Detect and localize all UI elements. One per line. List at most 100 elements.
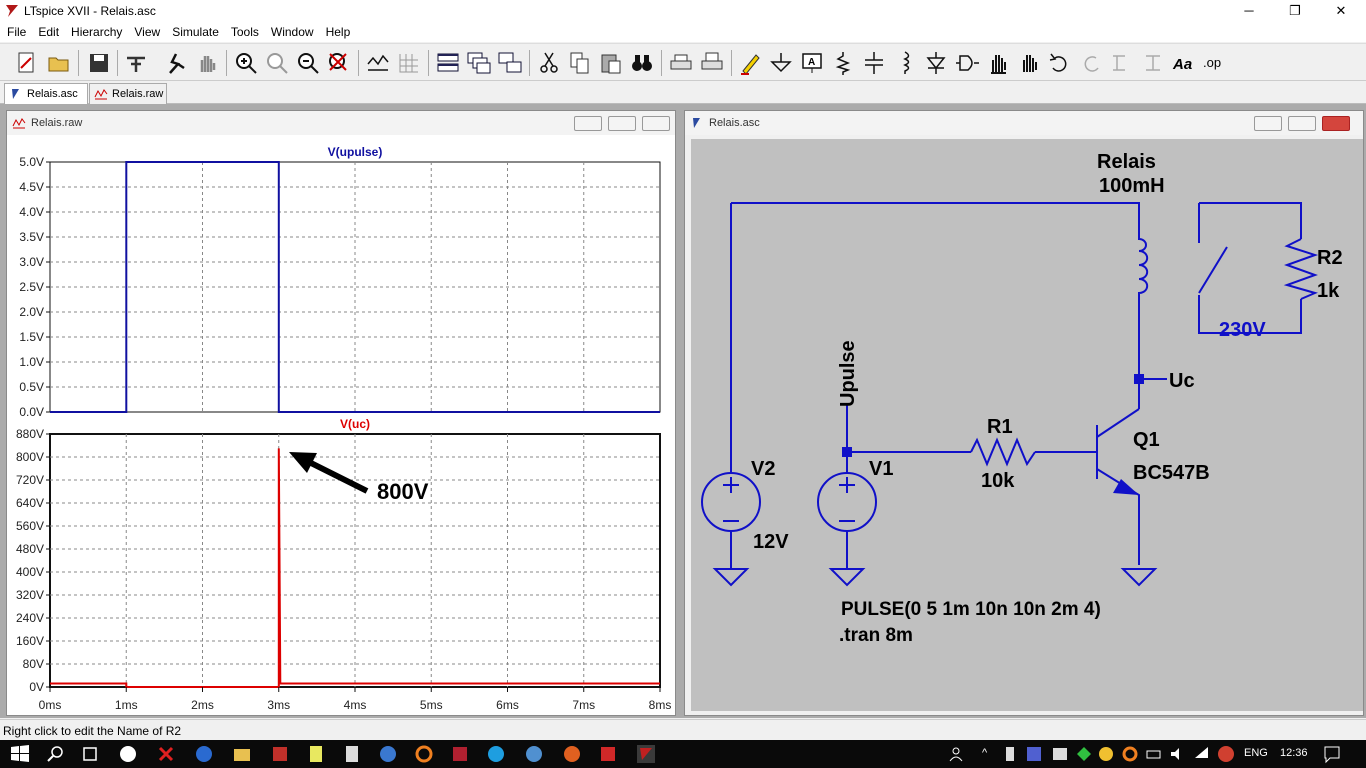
zoom-out-icon[interactable] [295,50,321,76]
inductor-icon[interactable] [892,50,918,76]
schematic-restore-button[interactable] [1288,116,1316,131]
zoom-in-icon[interactable] [233,50,259,76]
redo-icon[interactable] [1078,50,1104,76]
menu-tools[interactable]: Tools [225,22,265,39]
undo-icon[interactable] [1047,50,1073,76]
autorange-icon[interactable] [365,50,391,76]
tray-app-icon-2[interactable] [1024,744,1044,764]
tile-horizontal-icon[interactable] [435,50,461,76]
halt-hand-icon[interactable] [194,50,220,76]
label-net-icon[interactable]: A [799,50,825,76]
windows-start-icon[interactable] [10,744,30,764]
menu-view[interactable]: View [128,22,166,39]
minimize-button[interactable]: ─ [1226,0,1272,22]
copy-icon[interactable] [567,50,593,76]
menu-simulate[interactable]: Simulate [166,22,225,39]
zoom-pan-icon[interactable] [264,50,290,76]
taskbar: ^ ENG 12:36 [0,740,1366,768]
app-icon-10[interactable] [598,744,618,764]
chrome-icon[interactable] [1216,744,1236,764]
tab-relais-asc[interactable]: Relais.asc [4,83,88,104]
tray-app-icon-5[interactable] [1096,744,1116,764]
menu-file[interactable]: File [0,22,32,39]
schematic-minimize-button[interactable] [1254,116,1282,131]
schematic-close-button[interactable] [1322,116,1350,131]
tray-app-icon-1[interactable] [1000,744,1020,764]
y-tick-label: 3.5V [19,230,44,244]
paste-icon[interactable] [598,50,624,76]
app-icon-2[interactable] [156,744,176,764]
capacitor-icon[interactable] [861,50,887,76]
menu-hierarchy[interactable]: Hierarchy [65,22,128,39]
drag-hand-icon[interactable] [1016,50,1042,76]
new-schematic-icon[interactable] [14,50,40,76]
waveform-minimize-button[interactable] [574,116,602,131]
control-panel-icon[interactable] [123,50,149,76]
app-icon-3[interactable] [194,744,214,764]
wifi-icon[interactable] [1192,744,1212,764]
app-icon-7[interactable] [414,744,434,764]
tray-app-icon-3[interactable] [1050,744,1070,764]
people-icon[interactable] [946,744,966,764]
firefox-icon[interactable] [562,744,582,764]
waveform-close-button[interactable] [642,116,670,131]
maximize-button[interactable]: ❐ [1272,0,1318,22]
print-preview-icon[interactable] [668,50,694,76]
task-view-icon[interactable] [80,744,100,764]
tray-overflow-icon[interactable]: ^ [982,747,987,759]
diode-icon[interactable] [923,50,949,76]
tab-relais-raw[interactable]: Relais.raw [89,83,167,104]
text-icon[interactable]: Aa [1171,50,1197,76]
component-icon[interactable] [954,50,980,76]
menu-window[interactable]: Window [265,22,320,39]
app-icon-4[interactable] [270,744,290,764]
waveform-restore-button[interactable] [608,116,636,131]
app-icon-9[interactable] [524,744,544,764]
menu-edit[interactable]: Edit [32,22,65,39]
y-tick-label: 0.0V [19,405,44,419]
zoom-fit-icon[interactable] [326,50,352,76]
ground-icon[interactable] [768,50,794,76]
search-icon[interactable] [46,744,66,764]
status-text: Right click to edit the Name of R2 [3,724,182,738]
print-icon[interactable] [699,50,725,76]
run-icon[interactable] [162,50,188,76]
app-icon-5[interactable] [306,744,326,764]
spice-directive-icon[interactable]: .op [1202,50,1228,76]
open-folder-icon[interactable] [46,50,72,76]
clock[interactable]: 12:36 [1280,747,1308,759]
schematic-window-titlebar[interactable]: Relais.asc [685,111,1363,135]
cut-icon[interactable] [536,50,562,76]
menu-help[interactable]: Help [320,22,357,39]
trace-title-uc[interactable]: V(uc) [340,417,370,431]
tray-app-icon-4[interactable] [1074,744,1094,764]
save-icon[interactable] [86,50,112,76]
grid-icon[interactable] [396,50,422,76]
skype-icon[interactable] [486,744,506,764]
schematic-canvas[interactable]: Relais 100mH R2 1k 230V Uc Upulse R1 10k… [691,139,1363,711]
app-icon-8[interactable] [450,744,470,764]
action-center-icon[interactable] [1322,744,1342,764]
waveform-plot[interactable]: 0.0V 0.5V 1.0V 1.5V 2.0V 2.5V 3.0V 3.5V 4.0V 4.5V… [7,135,675,715]
mirror-icon[interactable] [1140,50,1166,76]
move-hand-icon[interactable] [985,50,1011,76]
draw-wire-pencil-icon[interactable] [737,50,763,76]
app-icon-6[interactable] [378,744,398,764]
close-button[interactable]: ✕ [1318,0,1364,22]
tile-vertical-icon[interactable] [497,50,523,76]
volume-icon[interactable] [1168,744,1188,764]
ltspice-taskbar-icon[interactable] [636,744,656,764]
file-explorer-icon[interactable] [232,744,252,764]
app-icon-1[interactable] [118,744,138,764]
calculator-icon[interactable] [342,744,362,764]
r2-name-label: R2 [1317,247,1343,269]
find-binoculars-icon[interactable] [629,50,655,76]
waveform-window-titlebar[interactable]: Relais.raw [7,111,675,135]
cascade-icon[interactable] [466,50,492,76]
trace-title-upulse[interactable]: V(upulse) [328,145,383,159]
resistor-icon[interactable] [830,50,856,76]
rotate-icon[interactable] [1109,50,1135,76]
battery-icon[interactable] [1144,744,1164,764]
tray-app-icon-6[interactable] [1120,744,1140,764]
language-indicator[interactable]: ENG [1244,747,1268,759]
